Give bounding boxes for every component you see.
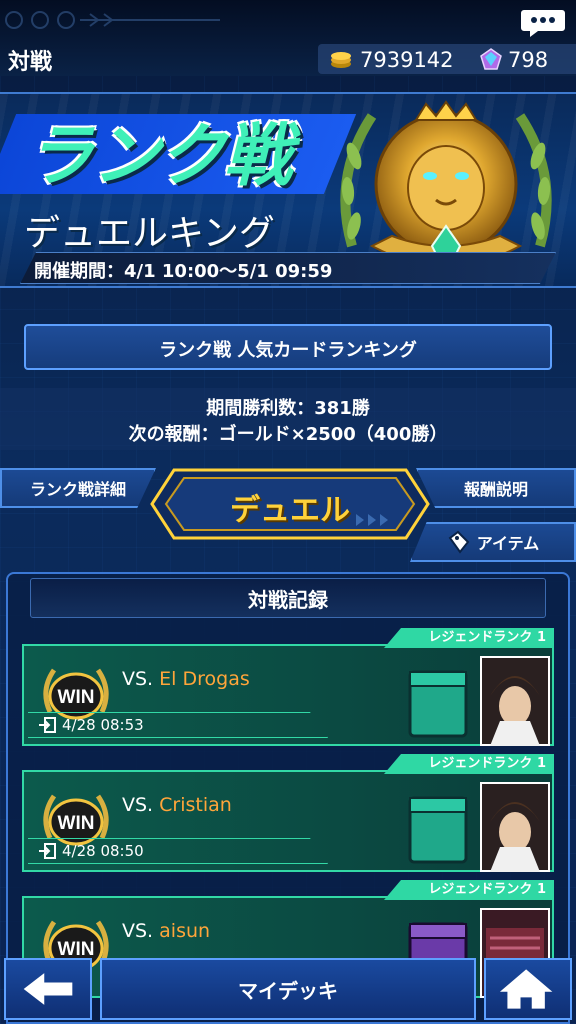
next-reward: 次の報酬：ゴールド×2500（400勝） bbox=[128, 424, 448, 445]
banner-title: ランク戦 bbox=[26, 117, 292, 196]
period-wins: 期間勝利数：381勝 bbox=[206, 398, 370, 419]
record-rank: レジェンドランク 1 bbox=[384, 754, 554, 774]
reward-explanation-button[interactable]: 報酬説明 bbox=[416, 468, 576, 508]
home-icon bbox=[499, 969, 553, 1009]
opponent-avatar bbox=[480, 782, 550, 872]
record-row[interactable]: レジェンドランク 1 WIN VS. El Drogas 4/28 08:53 bbox=[22, 626, 554, 746]
deck-box-icon bbox=[408, 670, 468, 738]
home-button[interactable] bbox=[484, 958, 572, 1020]
record-time: 4/28 08:53 bbox=[38, 716, 144, 734]
item-label: アイテム bbox=[476, 534, 540, 553]
gem-amount: 798 bbox=[508, 48, 549, 72]
chat-icon[interactable] bbox=[520, 8, 566, 38]
item-tag-icon bbox=[448, 530, 470, 554]
duel-label: デュエル bbox=[230, 493, 350, 528]
svg-text:WIN: WIN bbox=[58, 813, 95, 834]
svg-text:WIN: WIN bbox=[58, 687, 95, 708]
record-row[interactable]: レジェンドランク 1 WIN VS. Cristian 4/28 08:50 bbox=[22, 752, 554, 872]
login-icon bbox=[39, 843, 56, 859]
record-opponent: VS. aisun bbox=[122, 920, 211, 942]
rank-detail-button[interactable]: ランク戦詳細 bbox=[0, 468, 156, 508]
gold-coin-icon bbox=[331, 52, 351, 68]
event-period: 開催期間：4/1 10:00〜5/1 09:59 bbox=[34, 261, 333, 282]
svg-text:WIN: WIN bbox=[58, 939, 95, 960]
circuit-decoration bbox=[5, 11, 220, 29]
deck-box-icon bbox=[408, 796, 468, 864]
item-button[interactable]: アイテム bbox=[410, 522, 576, 562]
record-opponent: VS. Cristian bbox=[122, 794, 232, 816]
gold-amount: 7939142 bbox=[360, 48, 454, 72]
record-time: 4/28 08:50 bbox=[38, 842, 144, 860]
record-rank: レジェンドランク 1 bbox=[384, 880, 554, 900]
record-rank: レジェンドランク 1 bbox=[384, 628, 554, 648]
popular-card-ranking-label: ランク戦 人気カードランキング bbox=[159, 340, 417, 361]
gem-icon bbox=[480, 48, 502, 70]
opponent-avatar bbox=[480, 656, 550, 746]
login-icon bbox=[39, 717, 56, 733]
rank-detail-label: ランク戦詳細 bbox=[29, 480, 126, 499]
page-title: 対戦 bbox=[8, 50, 53, 75]
my-deck-button[interactable]: マイデッキ bbox=[100, 958, 476, 1020]
back-button[interactable] bbox=[4, 958, 92, 1020]
back-arrow-icon bbox=[23, 973, 73, 1005]
banner-subtitle: デュエルキング bbox=[24, 213, 275, 254]
battle-records-title: 対戦記録 bbox=[248, 588, 328, 612]
my-deck-label: マイデッキ bbox=[238, 978, 338, 1003]
record-opponent: VS. El Drogas bbox=[122, 668, 250, 690]
reward-explanation-label: 報酬説明 bbox=[463, 480, 528, 499]
